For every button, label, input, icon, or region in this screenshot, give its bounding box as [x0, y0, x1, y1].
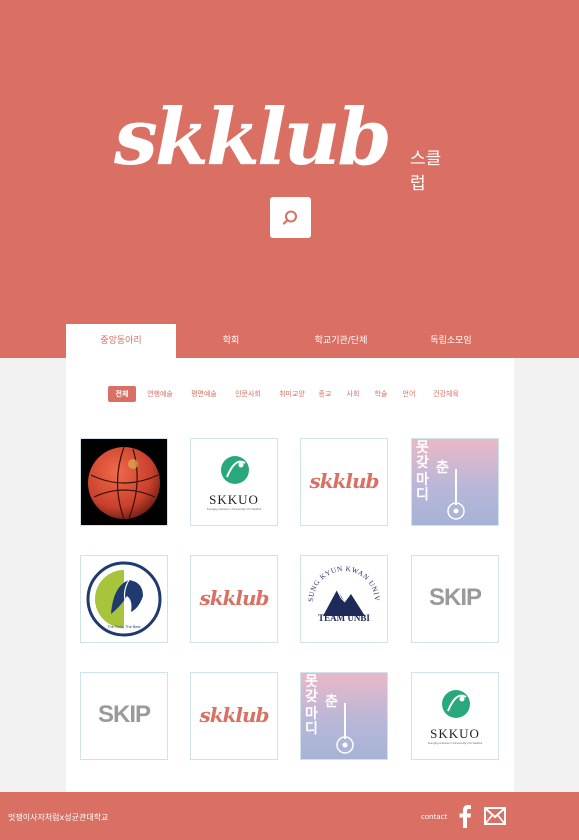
club-card[interactable]: 못갖 춘 마디	[300, 672, 388, 760]
svg-text:SUNG KYUN KWAN UNIVERSITY: SUNG KYUN KWAN UNIVERSITY	[301, 556, 381, 602]
skip-logo: SKIP	[81, 673, 167, 759]
club-card[interactable]: SKIP	[411, 555, 499, 643]
logo-subtitle: 스클럽	[410, 149, 442, 194]
club-card[interactable]: skklub	[190, 672, 278, 760]
tab-academic-societies[interactable]: 학회	[176, 324, 286, 358]
skip-logo: SKIP	[412, 556, 498, 642]
club-card[interactable]: SKKUO Sungkyunkwan University Orchestra	[190, 438, 278, 526]
skkuo-title: SKKUO	[209, 492, 259, 507]
basketball-icon	[88, 446, 160, 520]
mail-icon[interactable]	[484, 807, 506, 825]
filter-language[interactable]: 언어	[398, 386, 420, 402]
club-card[interactable]: SKIP	[80, 672, 168, 760]
filter-visual-arts[interactable]: 평면예술	[184, 386, 224, 402]
club-card[interactable]: The Only, The Best	[80, 555, 168, 643]
club-card[interactable]: SKKUO Sungkyunkwan University Orchestra	[411, 672, 499, 760]
skkuo-subtitle: Sungkyunkwan University Orchestra	[206, 507, 262, 511]
filter-performing-arts[interactable]: 연행예술	[140, 386, 180, 402]
filter-humanities[interactable]: 인문사회	[228, 386, 268, 402]
team-unbi-arc-text: SUNG KYUN KWAN UNIVERSITY	[301, 556, 381, 602]
skkuo-logo: SKKUO Sungkyunkwan University Orchestra	[412, 673, 498, 759]
footer-credit: 멋쟁이사자처럼x성균관대학교	[8, 813, 109, 822]
skkuo-emblem-icon	[221, 456, 249, 484]
site-logo[interactable]: skklub 스클럽	[114, 92, 444, 194]
skklub-logo: skklub	[301, 439, 387, 525]
search-icon	[282, 210, 297, 225]
motgatchun-logo: 못갖 춘 마디	[412, 439, 498, 525]
skklub-mini-text: skklub	[309, 469, 379, 493]
skklub-logo: skklub	[191, 556, 277, 642]
club-card[interactable]: skklub	[300, 438, 388, 526]
skklub-mini-text: skklub	[199, 586, 269, 610]
skkuo-emblem-icon	[442, 690, 470, 718]
lion-emblem-icon	[86, 561, 162, 637]
category-tabs: 중앙동아리 학회 학교기관/단체 독립소모임	[66, 324, 514, 358]
club-card[interactable]	[80, 438, 168, 526]
search-button[interactable]	[270, 197, 311, 238]
filter-academic[interactable]: 학술	[370, 386, 392, 402]
site-footer: 멋쟁이사자처럼x성균관대학교 contact	[0, 792, 579, 840]
skip-text: SKIP	[97, 701, 151, 728]
skklub-mini-text: skklub	[199, 703, 269, 727]
filter-religion[interactable]: 종교	[314, 386, 336, 402]
club-card[interactable]: skklub	[190, 555, 278, 643]
skkuo-subtitle: Sungkyunkwan University Orchestra	[427, 741, 483, 745]
lion-logo: The Only, The Best	[81, 556, 167, 642]
mountain-emblem-icon: SUNG KYUN KWAN UNIVERSITY	[301, 556, 381, 616]
filter-health-sports[interactable]: 건강체육	[426, 386, 466, 402]
filter-hobby[interactable]: 취미교양	[272, 386, 312, 402]
skip-text: SKIP	[428, 584, 482, 611]
team-unbi-logo: SUNG KYUN KWAN UNIVERSITY TEAM UNBI	[301, 556, 387, 642]
skkuo-title: SKKUO	[430, 726, 480, 741]
filter-all[interactable]: 전체	[108, 386, 136, 402]
club-panel: 전체 연행예술 평면예술 인문사회 취미교양 종교 사회 학술 언어 건강체육	[66, 358, 514, 792]
tab-independent-groups[interactable]: 독립소모임	[396, 324, 506, 358]
guitar-icon	[447, 469, 465, 520]
club-card[interactable]: SUNG KYUN KWAN UNIVERSITY TEAM UNBI	[300, 555, 388, 643]
guitar-icon	[336, 703, 354, 754]
skkuo-logo: SKKUO Sungkyunkwan University Orchestra	[191, 439, 277, 525]
team-unbi-title: TEAM UNBI	[318, 613, 370, 623]
logo-wordmark: skklub	[114, 92, 392, 183]
hero-header: skklub 스클럽	[0, 0, 579, 358]
contact-label: contact	[421, 813, 448, 821]
tab-central-clubs[interactable]: 중앙동아리	[66, 324, 176, 358]
skklub-logo: skklub	[191, 673, 277, 759]
club-card[interactable]: 못갖 춘 마디	[411, 438, 499, 526]
motgatchun-logo: 못갖 춘 마디	[301, 673, 387, 759]
tab-school-organizations[interactable]: 학교기관/단체	[286, 324, 396, 358]
lion-caption: The Only, The Best	[107, 625, 141, 629]
basketball-logo	[81, 439, 167, 525]
filter-society[interactable]: 사회	[342, 386, 364, 402]
facebook-icon[interactable]	[457, 804, 473, 828]
